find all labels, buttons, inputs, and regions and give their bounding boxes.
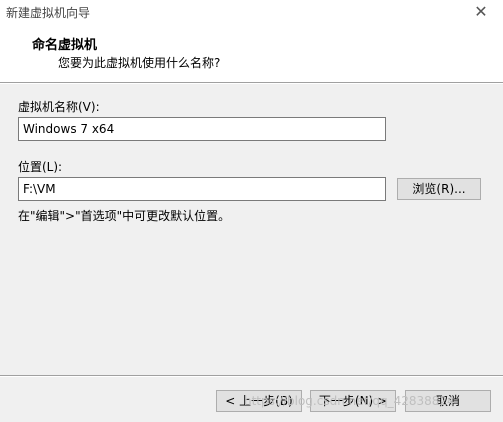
vm-name-input[interactable]: Windows 7 x64 xyxy=(18,117,386,141)
page-subtitle: 您要为此虚拟机使用什么名称? xyxy=(58,56,221,70)
page-title: 命名虚拟机 xyxy=(32,38,98,53)
location-input[interactable]: F:\VM xyxy=(18,177,386,201)
wizard-header: 命名虚拟机 您要为此虚拟机使用什么名称? xyxy=(0,24,503,82)
close-icon[interactable]: ✕ xyxy=(471,2,491,22)
back-button[interactable]: < 上一步(B) xyxy=(216,390,302,412)
vm-name-label: 虚拟机名称(V): xyxy=(18,100,100,114)
next-button[interactable]: 下一步(N) > xyxy=(310,390,396,412)
location-label: 位置(L): xyxy=(18,160,63,174)
location-hint: 在"编辑">"首选项"中可更改默认位置。 xyxy=(18,209,231,223)
browse-button[interactable]: 浏览(R)... xyxy=(397,178,481,200)
cancel-button[interactable]: 取消 xyxy=(405,390,491,412)
title-bar: 新建虚拟机向导 ✕ xyxy=(0,0,503,24)
footer-divider-highlight xyxy=(0,376,503,377)
window-title: 新建虚拟机向导 xyxy=(6,6,91,20)
